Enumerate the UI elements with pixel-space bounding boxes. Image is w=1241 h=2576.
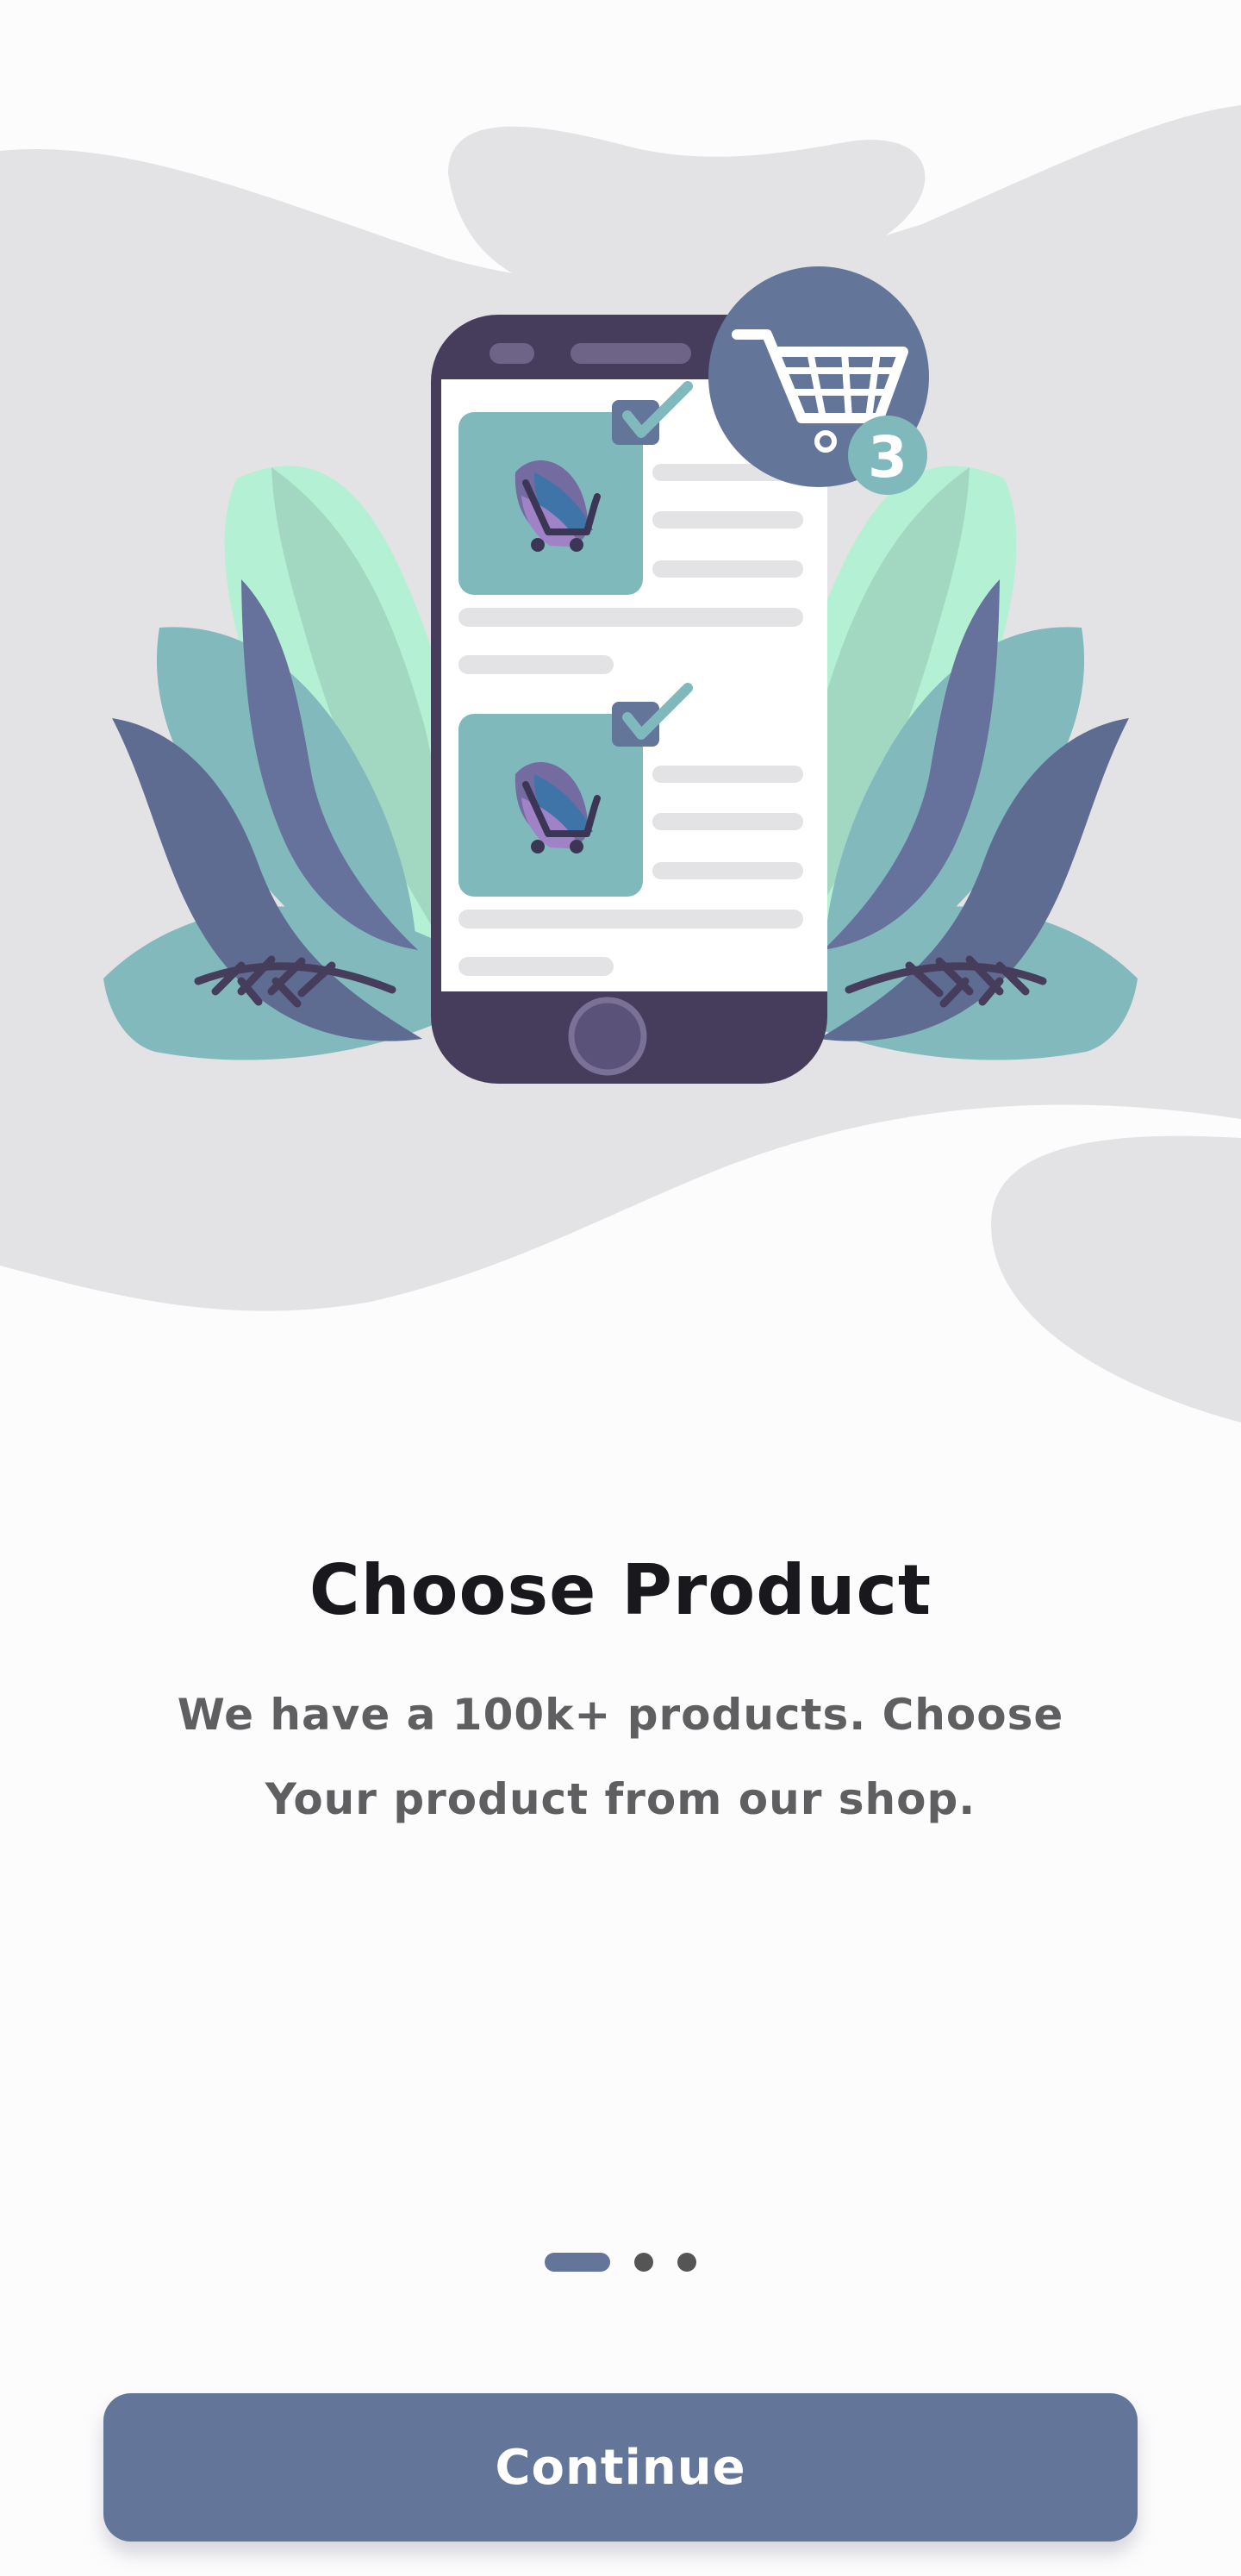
page-title: Choose Product	[309, 1550, 932, 1630]
page-description: We have a 100k+ products. Choose Your pr…	[177, 1690, 1064, 1824]
onboarding-copy: Choose Product We have a 100k+ products.…	[138, 1526, 1103, 1841]
page-indicator-dot-2	[634, 2253, 653, 2272]
page-indicator-dot-3	[677, 2253, 696, 2272]
page-indicator	[0, 2245, 1241, 2279]
onboarding-screen: 3 Choose Product We have a 100k+ product…	[0, 0, 1241, 2576]
continue-button[interactable]: Continue	[103, 2393, 1138, 2542]
page-indicator-dot-1-active	[545, 2253, 610, 2272]
hero-illustration: 3	[0, 0, 1241, 1466]
cart-count-badge: 3	[868, 424, 907, 491]
shopping-illustration: 3	[0, 105, 1241, 1422]
